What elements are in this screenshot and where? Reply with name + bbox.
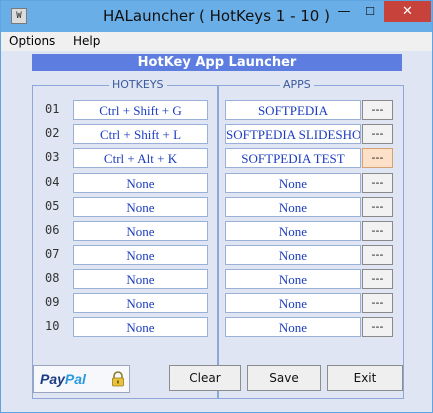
app-field[interactable]: None — [225, 269, 361, 289]
hotkey-field[interactable]: None — [73, 173, 208, 193]
app-field[interactable]: SOFTPEDIA TEST — [225, 148, 361, 168]
save-button[interactable]: Save — [247, 365, 321, 391]
app-field[interactable]: None — [225, 293, 361, 313]
app-window: W HALauncher ( HotKeys 1 - 10 ) — ☐ ✕ Op… — [0, 0, 433, 413]
row-number: 02 — [45, 126, 60, 140]
hotkey-field[interactable]: None — [73, 317, 208, 337]
row-number: 05 — [45, 199, 60, 213]
hotkey-field[interactable]: Ctrl + Shift + L — [73, 124, 208, 144]
paypal-button[interactable]: PayPal — [33, 365, 130, 393]
close-icon: ✕ — [402, 4, 413, 19]
browse-button[interactable]: --- — [362, 124, 393, 144]
paypal-logo: PayPal — [40, 371, 86, 387]
maximize-icon: ☐ — [365, 5, 375, 18]
row-number: 07 — [45, 247, 60, 261]
browse-button[interactable]: --- — [362, 269, 393, 289]
hotkey-field[interactable]: None — [73, 221, 208, 241]
browse-button[interactable]: --- — [362, 221, 393, 241]
browse-button[interactable]: --- — [362, 317, 393, 337]
hotkey-field[interactable]: None — [73, 245, 208, 265]
app-field[interactable]: None — [225, 317, 361, 337]
app-field[interactable]: None — [225, 245, 361, 265]
minimize-icon: — — [337, 4, 351, 19]
row-number: 06 — [45, 223, 60, 237]
browse-button[interactable]: --- — [362, 293, 393, 313]
clear-button[interactable]: Clear — [169, 365, 241, 391]
hotkey-field[interactable]: None — [73, 197, 208, 217]
browse-button[interactable]: --- — [362, 245, 393, 265]
close-button[interactable]: ✕ — [384, 1, 431, 22]
lock-icon — [112, 371, 124, 387]
app-banner: HotKey App Launcher — [32, 54, 402, 71]
browse-button[interactable]: --- — [362, 173, 393, 193]
app-field[interactable]: None — [225, 221, 361, 241]
row-number: 08 — [45, 271, 60, 285]
app-field[interactable]: None — [225, 197, 361, 217]
hotkeys-group-label: HOTKEYS — [109, 77, 167, 93]
row-number: 09 — [45, 295, 60, 309]
browse-button[interactable]: --- — [362, 197, 393, 217]
browse-button[interactable]: --- — [362, 100, 393, 120]
menu-bar: Options Help — [1, 32, 432, 51]
hotkey-field[interactable]: None — [73, 269, 208, 289]
app-field[interactable]: None — [225, 173, 361, 193]
hotkey-field[interactable]: Ctrl + Alt + K — [73, 148, 208, 168]
browse-button[interactable]: --- — [362, 148, 393, 168]
app-field[interactable]: SOFTPEDIA SLIDESHOW — [225, 124, 361, 144]
maximize-button[interactable]: ☐ — [357, 1, 383, 22]
minimize-button[interactable]: — — [331, 1, 357, 22]
app-field[interactable]: SOFTPEDIA — [225, 100, 361, 120]
row-number: 04 — [45, 175, 60, 189]
menu-options[interactable]: Options — [9, 34, 55, 48]
hotkey-field[interactable]: None — [73, 293, 208, 313]
menu-help[interactable]: Help — [73, 34, 100, 48]
exit-button[interactable]: Exit — [327, 365, 403, 391]
title-bar[interactable]: W HALauncher ( HotKeys 1 - 10 ) — ☐ ✕ — [1, 1, 432, 32]
row-number: 03 — [45, 150, 60, 164]
apps-group-label: APPS — [280, 77, 314, 93]
hotkey-field[interactable]: Ctrl + Shift + G — [73, 100, 208, 120]
row-number: 10 — [45, 319, 60, 333]
row-number: 01 — [45, 102, 60, 116]
